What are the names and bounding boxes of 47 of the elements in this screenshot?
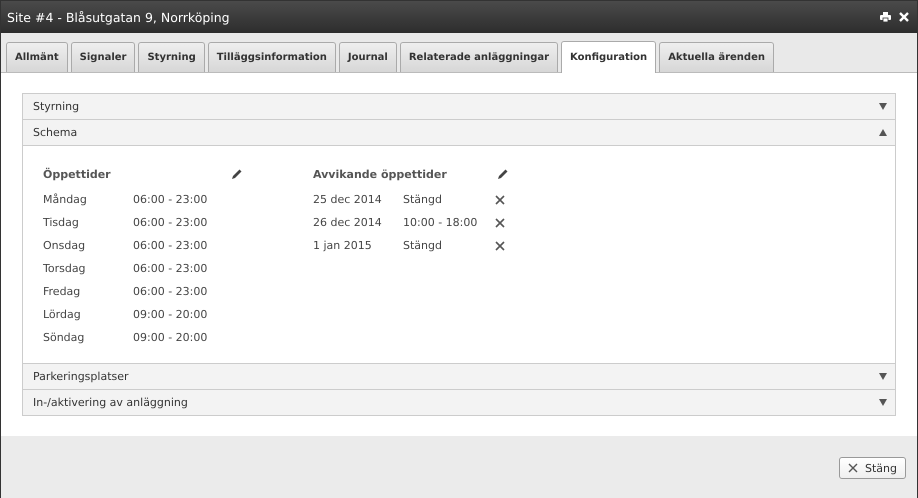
hours-value: 06:00 - 23:00 xyxy=(133,285,208,298)
tab[interactable]: Relaterade anläggningar xyxy=(400,42,558,72)
caret-up-icon xyxy=(879,129,887,136)
hours-value: 06:00 - 23:00 xyxy=(133,239,208,252)
day-label: Fredag xyxy=(43,285,82,298)
day-label: Onsdag xyxy=(43,239,86,252)
accordion-header[interactable]: In-/aktivering av anläggning xyxy=(23,390,895,416)
pencil-icon[interactable] xyxy=(231,168,243,180)
tab[interactable]: Konfiguration xyxy=(561,41,656,73)
window-title: Site #4 - Blåsutgatan 9, Norrköping xyxy=(7,10,230,24)
accordion-header[interactable]: Schema xyxy=(23,120,895,146)
close-icon[interactable] xyxy=(495,194,505,204)
hours-value: 09:00 - 20:00 xyxy=(133,331,208,344)
day-label: Måndag xyxy=(43,193,88,206)
section-heading: Öppettider xyxy=(43,168,111,180)
close-button[interactable]: Stäng xyxy=(839,457,906,479)
hours-value: 09:00 - 20:00 xyxy=(133,308,208,321)
tab[interactable]: Signaler xyxy=(70,42,136,72)
day-label: Lördag xyxy=(43,308,82,321)
tab[interactable]: Styrning xyxy=(138,42,205,72)
day-label: Torsdag xyxy=(43,262,87,275)
accordion-header[interactable]: Styrning xyxy=(23,94,895,120)
hours-value: Stängd xyxy=(403,239,443,252)
hours-value: 06:00 - 23:00 xyxy=(133,216,208,229)
date-label: 1 jan 2015 xyxy=(313,239,373,252)
tab[interactable]: Tilläggsinformation xyxy=(208,42,336,72)
date-label: 26 dec 2014 xyxy=(313,216,383,229)
date-label: 25 dec 2014 xyxy=(313,193,383,206)
print-icon[interactable] xyxy=(880,12,891,22)
hours-value: 06:00 - 23:00 xyxy=(133,193,208,206)
hours-value: 10:00 - 18:00 xyxy=(403,216,478,229)
caret-down-icon xyxy=(879,373,887,380)
day-label: Tisdag xyxy=(43,216,80,229)
caret-down-icon xyxy=(879,399,887,406)
day-label: Söndag xyxy=(43,331,86,344)
caret-down-icon xyxy=(879,103,887,110)
close-icon[interactable] xyxy=(495,218,505,228)
accordion-header[interactable]: Parkeringsplatser xyxy=(23,364,895,390)
section-heading: Avvikande öppettider xyxy=(313,168,447,180)
tab[interactable]: Allmänt xyxy=(6,42,68,72)
pencil-icon[interactable] xyxy=(497,168,509,180)
close-icon[interactable] xyxy=(495,240,505,250)
close-icon xyxy=(848,463,858,473)
tab[interactable]: Aktuella ärenden xyxy=(659,42,774,72)
hours-value: 06:00 - 23:00 xyxy=(133,262,208,275)
hours-value: Stängd xyxy=(403,193,443,206)
tab[interactable]: Journal xyxy=(338,42,397,72)
